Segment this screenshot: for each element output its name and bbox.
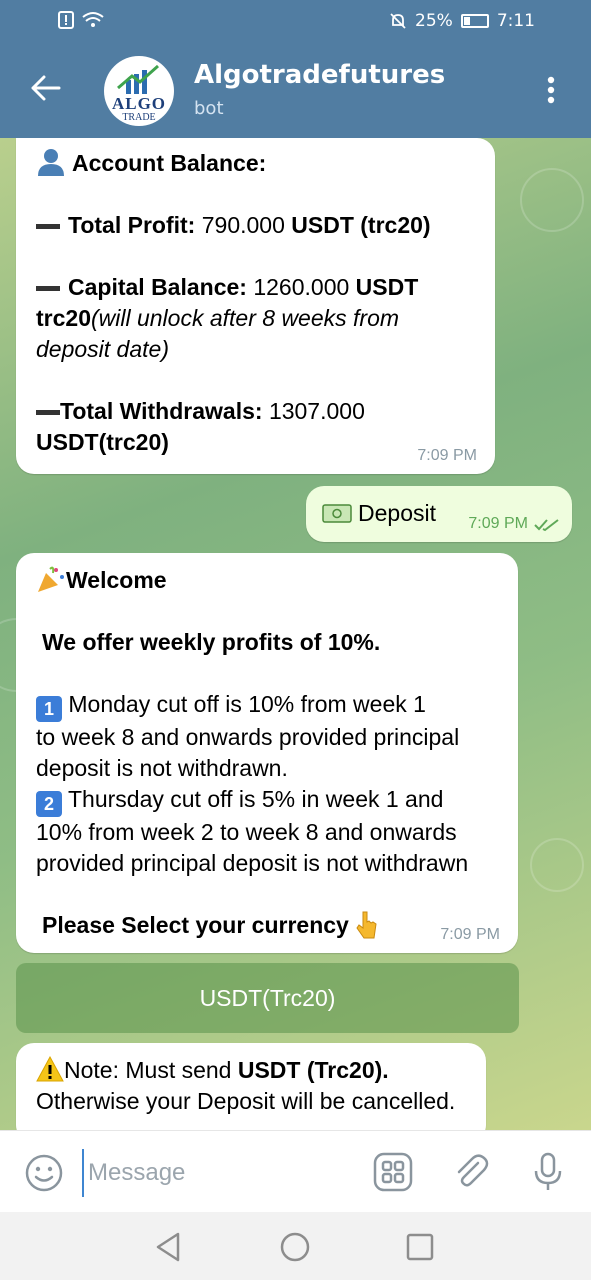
chat-title[interactable]: Algotradefutures	[194, 60, 445, 90]
attach-paperclip-icon[interactable]	[450, 1151, 492, 1193]
welcome-message[interactable]: Welcome We offer weekly profits of 10%. …	[16, 553, 518, 953]
rule-2-row: 2 Thursday cut off is 5% in week 1 and	[36, 784, 500, 817]
keycap-two-icon: 2	[36, 791, 62, 817]
welcome-title: Welcome	[66, 567, 167, 593]
balance-message[interactable]: Account Balance: Total Profit: 790.000 U…	[16, 138, 495, 474]
nav-recents-icon[interactable]	[403, 1230, 437, 1264]
note-row-1: Note: Must send USDT (Trc20).	[36, 1055, 468, 1086]
status-icons-left	[58, 11, 104, 29]
note-line-2: Otherwise your Deposit will be cancelled…	[36, 1088, 456, 1114]
balance-title-row: Account Balance:	[36, 148, 477, 179]
status-bar: 25% 7:11	[0, 0, 591, 44]
minus-icon	[36, 286, 60, 292]
message-time: 7:09 PM	[417, 447, 477, 464]
note-message[interactable]: Note: Must send USDT (Trc20). Otherwise …	[16, 1043, 486, 1130]
deposit-message[interactable]: Deposit 7:09 PM	[306, 486, 572, 542]
note-currency: USDT (Trc20).	[237, 1057, 389, 1083]
note-prefix: Note: Must send	[64, 1057, 232, 1083]
clock: 7:11	[496, 11, 535, 31]
more-vertical-icon	[547, 76, 555, 104]
keycap-one-icon: 1	[36, 696, 62, 722]
profit-label: Total Profit:	[68, 212, 196, 238]
balance-title: Account Balance:	[72, 150, 267, 176]
withdrawals-value: 1307.000	[268, 398, 365, 424]
profit-unit: USDT (trc20)	[291, 212, 431, 238]
offer-text: We offer weekly profits of 10%.	[42, 629, 381, 655]
select-currency-text: Please Select your currency	[42, 912, 349, 938]
user-silhouette-icon	[38, 149, 64, 176]
capital-value: 1260.000	[253, 274, 350, 300]
battery-percent: 25%	[415, 11, 453, 31]
wifi-icon	[82, 12, 104, 27]
mute-bell-icon	[390, 13, 406, 29]
background-doodle	[520, 168, 584, 232]
withdrawals-unit: USDT(trc20)	[36, 429, 169, 455]
capital-note-2: deposit date)	[36, 336, 169, 362]
rule-1-row: 1 Monday cut off is 10% from week 1	[36, 689, 500, 722]
microphone-icon[interactable]	[527, 1151, 569, 1193]
select-currency-row: Please Select your currency	[36, 910, 500, 941]
profit-row: Total Profit: 790.000 USDT (trc20)	[36, 210, 477, 241]
nav-back-icon[interactable]	[152, 1230, 186, 1264]
nav-home-icon[interactable]	[278, 1230, 312, 1264]
rule-1-line-3: deposit is not withdrawn.	[36, 755, 288, 781]
welcome-title-row: Welcome	[36, 565, 500, 596]
bot-commands-icon[interactable]	[372, 1151, 414, 1193]
message-time: 7:09 PM	[468, 515, 528, 532]
double-check-icon	[534, 519, 559, 532]
battery-icon	[460, 14, 489, 28]
capital-unit: USDT	[355, 274, 419, 300]
chat-area[interactable]: Account Balance: Total Profit: 790.000 U…	[0, 138, 591, 1130]
party-popper-icon	[38, 566, 64, 592]
money-banknote-icon	[322, 504, 352, 523]
back-button[interactable]	[24, 66, 68, 110]
background-doodle	[530, 838, 584, 892]
rule-2-line-3: provided principal deposit is not withdr…	[36, 850, 469, 876]
warning-icon	[36, 1055, 64, 1082]
withdrawals-label: Total Withdrawals:	[60, 398, 263, 424]
message-time: 7:09 PM	[440, 926, 500, 943]
logo-subtext: TRADE	[122, 112, 156, 123]
message-input[interactable]	[82, 1149, 360, 1197]
profit-value: 790.000	[201, 212, 285, 238]
minus-icon	[36, 224, 60, 230]
capital-unit-2: trc20	[36, 305, 91, 331]
chat-header: ALGO TRADE Algotradefutures bot	[0, 44, 591, 138]
pointing-down-hand-icon	[356, 911, 377, 939]
logo-chart-icon	[117, 64, 159, 94]
logo-text: ALGO	[111, 94, 167, 113]
deposit-row: Deposit	[322, 500, 436, 526]
rule-1-line-2: to week 8 and onwards provided principal	[36, 724, 460, 750]
status-icons-right: 25% 7:11	[389, 11, 535, 31]
minus-icon	[36, 410, 60, 416]
sim-alert-icon	[58, 11, 74, 29]
usdt-trc20-button[interactable]: USDT(Trc20)	[16, 963, 519, 1033]
back-arrow-icon	[31, 75, 61, 101]
rule-1-line-1: Monday cut off is 10% from week 1	[68, 691, 426, 717]
emoji-icon[interactable]	[24, 1153, 64, 1193]
chat-subtitle: bot	[194, 98, 224, 119]
capital-row-2: trc20(will unlock after 8 weeks from	[36, 303, 477, 334]
capital-label: Capital Balance:	[68, 274, 247, 300]
more-menu-button[interactable]	[535, 70, 567, 110]
message-composer	[0, 1130, 591, 1213]
rule-2-line-1: Thursday cut off is 5% in week 1 and	[67, 786, 444, 812]
deposit-text: Deposit	[358, 500, 436, 526]
withdrawals-row: Total Withdrawals: 1307.000	[36, 396, 477, 427]
system-nav-bar	[0, 1212, 591, 1280]
capital-note: (will unlock after 8 weeks from	[90, 305, 400, 331]
bot-avatar[interactable]: ALGO TRADE	[104, 56, 174, 126]
capital-row: Capital Balance: 1260.000 USDT	[36, 272, 477, 303]
rule-2-line-2: 10% from week 2 to week 8 and onwards	[36, 819, 457, 845]
